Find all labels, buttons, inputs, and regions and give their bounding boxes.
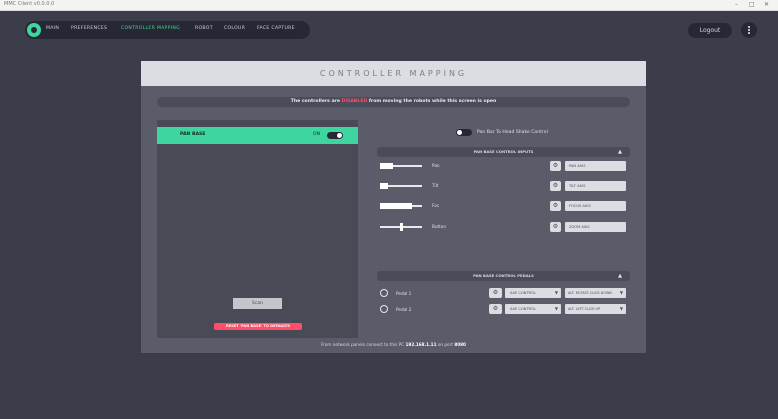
pedal-radio[interactable] (380, 289, 388, 297)
input-name: Pan (432, 163, 440, 168)
nav-colour[interactable]: COLOUR (224, 26, 245, 31)
pedal-radio[interactable] (380, 305, 388, 313)
dropdown-arrow-icon: ▼ (554, 306, 558, 311)
window-title: MMC Client v0.0.0.0 (4, 1, 55, 7)
nav-robot[interactable]: ROBOT (195, 26, 213, 31)
reset-defaults-button[interactable]: RESET 'PAN BASE' TO DEFAULTS (214, 323, 302, 330)
device-name: PAN BASE (180, 132, 206, 137)
input-level-bar (380, 163, 422, 169)
nav-controller-mapping[interactable]: CONTROLLER MAPPING (121, 26, 180, 31)
controller-mapping-panel: CONTROLLER MAPPING The controllers are D… (141, 61, 646, 353)
pedal-axis-select[interactable]: ALT. LEFT CLICK UP ▼ (565, 304, 626, 314)
more-vert-icon[interactable] (741, 22, 757, 38)
device-state-label: ON (313, 132, 321, 137)
input-name: Foc (432, 203, 440, 208)
input-mapping-field[interactable]: TILT AXIS (565, 181, 626, 191)
dropdown-arrow-icon: ▼ (619, 306, 623, 311)
input-mapping-field[interactable]: ZOOM AXIS (565, 222, 626, 232)
gear-icon[interactable]: ⚙ (550, 181, 561, 191)
inputs-section-header[interactable]: PAN BASE CONTROL INPUTS ▲ (377, 147, 630, 157)
pedal-name: Pedal 2 (396, 307, 412, 312)
device-item-pan-base[interactable]: PAN BASE ON (157, 127, 358, 144)
window-titlebar: MMC Client v0.0.0.0 – □ ✕ (0, 0, 778, 11)
input-row-button: Button ⚙ ZOOM AXIS (377, 221, 630, 233)
nav-face-capture[interactable]: FACE CAPTURE (257, 26, 295, 31)
gear-icon[interactable]: ⚙ (550, 201, 561, 211)
dropdown-arrow-icon: ▼ (554, 290, 558, 295)
input-level-bar (380, 203, 422, 209)
logout-button[interactable]: Logout (688, 23, 732, 38)
input-name: Button (432, 224, 447, 229)
gear-icon[interactable]: ⚙ (550, 161, 561, 171)
input-level-slider (380, 223, 422, 231)
main-nav: MAIN PREFERENCES CONTROLLER MAPPING ROBO… (25, 21, 310, 39)
pedal-control-select[interactable]: AXE CONTROL ▼ (505, 288, 561, 298)
input-row-foc: Foc ⚙ FOCUS AXIS (377, 200, 630, 212)
nav-main[interactable]: MAIN (46, 26, 59, 31)
pedal-name: Pedal 1 (396, 291, 412, 296)
input-name: Tilt (432, 183, 439, 188)
input-mapping-field[interactable]: FOCUS AXIS (565, 201, 626, 211)
pedals-section-header[interactable]: PAN BASE CONTROL PEDALS ▲ (377, 271, 630, 281)
chevron-up-icon: ▲ (618, 149, 622, 155)
page-title: CONTROLLER MAPPING (141, 61, 646, 86)
gear-icon[interactable]: ⚙ (550, 222, 561, 232)
nav-preferences[interactable]: PREFERENCES (71, 26, 107, 31)
pedal-row-2: Pedal 2 ⚙ AXE CONTROL ▼ ALT. LEFT CLICK U… (377, 303, 630, 315)
minimize-button[interactable]: – (735, 0, 738, 10)
home-icon[interactable] (27, 23, 41, 37)
disabled-warning: The controllers are DISABLED from moving… (157, 97, 630, 107)
maximize-button[interactable]: □ (749, 0, 755, 10)
device-list: PAN BASE ON Scan RESET 'PAN BASE' TO DEF… (157, 120, 358, 338)
scan-button[interactable]: Scan (233, 298, 282, 309)
chevron-up-icon: ▲ (618, 273, 622, 279)
gear-icon[interactable]: ⚙ (489, 304, 502, 314)
input-mapping-field[interactable]: PAN AXIS (565, 161, 626, 171)
head-shake-label: Pan Bar To Head Shake Control (477, 130, 548, 135)
ip-address: 192.168.1.11 (405, 342, 437, 347)
network-footnote: From network panels connect to this PC 1… (321, 342, 466, 347)
pedal-control-select[interactable]: AXE CONTROL ▼ (505, 304, 561, 314)
pedal-axis-select[interactable]: ALT. ROTATE CLICK DOWN ▼ (565, 288, 626, 298)
gear-icon[interactable]: ⚙ (489, 288, 502, 298)
head-shake-toggle[interactable] (456, 129, 472, 136)
port-number: 8080 (454, 342, 466, 347)
input-level-bar (380, 183, 422, 189)
input-row-pan: Pan ⚙ PAN AXIS (377, 160, 630, 172)
input-row-tilt: Tilt ⚙ TILT AXIS (377, 180, 630, 192)
disabled-status: DISABLED (341, 99, 368, 104)
device-enable-toggle[interactable] (327, 132, 343, 139)
head-shake-control: Pan Bar To Head Shake Control (456, 127, 626, 138)
pedal-row-1: Pedal 1 ⚙ AXE CONTROL ▼ ALT. ROTATE CLICK… (377, 287, 630, 299)
dropdown-arrow-icon: ▼ (619, 290, 623, 295)
close-window-button[interactable]: ✕ (764, 0, 769, 10)
